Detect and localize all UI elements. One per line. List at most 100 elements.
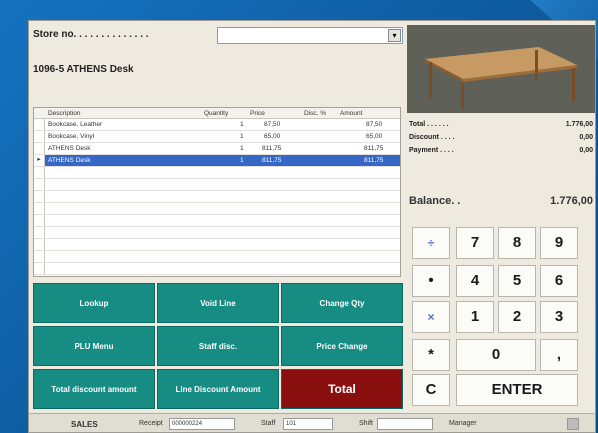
key-2[interactable]: 2 xyxy=(498,301,536,333)
key-1[interactable]: 1 xyxy=(456,301,494,333)
staff-label: Staff xyxy=(261,420,276,427)
key-0[interactable]: 0 xyxy=(456,339,536,371)
table-row-empty[interactable] xyxy=(34,251,400,263)
row-marker xyxy=(34,119,45,130)
discount-label: Discount . . . . xyxy=(409,134,455,141)
balance-label: Balance. . xyxy=(409,195,461,207)
cell-amount: 87,50 xyxy=(366,121,383,128)
payment-value: 0,00 xyxy=(579,147,593,154)
cell-price: 811,75 xyxy=(262,145,282,152)
table-row-empty[interactable] xyxy=(34,227,400,239)
divide-key[interactable]: ÷ xyxy=(412,227,450,259)
change-qty-button[interactable]: Change Qty xyxy=(281,283,403,323)
key-5[interactable]: 5 xyxy=(498,265,536,297)
col-price[interactable]: Price xyxy=(250,110,265,117)
table-row-empty[interactable] xyxy=(34,215,400,227)
product-image xyxy=(407,25,595,113)
sales-grid[interactable]: Description Quantity Price Disc. % Amoun… xyxy=(33,107,401,277)
grid-header: Description Quantity Price Disc. % Amoun… xyxy=(34,108,400,119)
mode-label: SALES xyxy=(71,420,98,429)
status-icon[interactable] xyxy=(567,418,579,430)
cell-description: Bookcase, Vinyl xyxy=(48,133,95,140)
payment-label: Payment . . . . xyxy=(409,147,454,154)
item-title: 1096-5 ATHENS Desk xyxy=(33,64,134,75)
key-9[interactable]: 9 xyxy=(540,227,578,259)
row-marker xyxy=(34,263,45,274)
row-marker xyxy=(34,203,45,214)
table-row-empty[interactable] xyxy=(34,179,400,191)
desk-image xyxy=(407,25,595,113)
plu-menu-button[interactable]: PLU Menu xyxy=(33,326,155,366)
discount-value: 0,00 xyxy=(579,134,593,141)
table-row[interactable]: Bookcase, Leather 1 87,50 87,50 xyxy=(34,119,400,131)
pos-window: Store no. . . . . . . . . . . . . . ▾ 10… xyxy=(28,20,596,433)
enter-key[interactable]: ENTER xyxy=(456,374,578,406)
key-8[interactable]: 8 xyxy=(498,227,536,259)
cell-quantity: 1 xyxy=(240,145,244,152)
col-amount[interactable]: Amount xyxy=(340,110,362,117)
key-7[interactable]: 7 xyxy=(456,227,494,259)
cell-price: 811,75 xyxy=(262,157,282,164)
staff-field: 101 xyxy=(283,418,333,430)
cell-quantity: 1 xyxy=(240,157,244,164)
total-value: 1.776,00 xyxy=(565,121,593,128)
balance-value: 1.776,00 xyxy=(550,195,593,207)
total-label: Total . . . . . . xyxy=(409,121,449,128)
key-4[interactable]: 4 xyxy=(456,265,494,297)
key-3[interactable]: 3 xyxy=(540,301,578,333)
col-description[interactable]: Description xyxy=(48,110,81,117)
row-marker: ▸ xyxy=(34,155,45,166)
table-row-empty[interactable] xyxy=(34,263,400,275)
total-line: Total . . . . . . 1.776,00 xyxy=(409,121,593,134)
table-row-empty[interactable] xyxy=(34,167,400,179)
star-key[interactable]: * xyxy=(412,339,450,371)
row-marker xyxy=(34,191,45,202)
total-button[interactable]: Total xyxy=(281,369,403,409)
shift-label: Shift xyxy=(359,420,374,427)
cell-amount: 65,00 xyxy=(366,133,383,140)
cell-description: ATHENS Desk xyxy=(48,157,91,164)
lookup-button[interactable]: Lookup xyxy=(33,283,155,323)
table-row-empty[interactable] xyxy=(34,239,400,251)
discount-line: Discount . . . . 0,00 xyxy=(409,134,593,147)
bullet-key[interactable]: • xyxy=(412,265,450,297)
store-label: Store no. . . . . . . . . . . . . . xyxy=(33,29,149,40)
key-6[interactable]: 6 xyxy=(540,265,578,297)
table-row-empty[interactable] xyxy=(34,203,400,215)
status-bar: SALES Receipt 000000224 Staff 101 Shift … xyxy=(29,413,595,432)
clear-key[interactable]: C xyxy=(412,374,450,406)
cell-quantity: 1 xyxy=(240,133,244,140)
staff-disc-button[interactable]: Staff disc. xyxy=(157,326,279,366)
cell-price: 87,50 xyxy=(264,121,281,128)
total-discount-button[interactable]: Total discount amount xyxy=(33,369,155,409)
cell-amount: 811,75 xyxy=(364,145,384,152)
col-disc[interactable]: Disc. % xyxy=(304,110,326,117)
receipt-field: 000000224 xyxy=(169,418,235,430)
void-line-button[interactable]: Void Line xyxy=(157,283,279,323)
line-discount-button[interactable]: Line Discount Amount xyxy=(157,369,279,409)
table-row[interactable]: Bookcase, Vinyl 1 65,00 65,00 xyxy=(34,131,400,143)
row-marker xyxy=(34,167,45,178)
row-marker xyxy=(34,143,45,154)
table-row-empty[interactable] xyxy=(34,191,400,203)
col-quantity[interactable]: Quantity xyxy=(204,110,228,117)
price-change-button[interactable]: Price Change xyxy=(281,326,403,366)
row-marker xyxy=(34,239,45,250)
row-marker xyxy=(34,215,45,226)
totals-summary: Total . . . . . . 1.776,00 Discount . . … xyxy=(409,121,593,160)
row-marker xyxy=(34,131,45,142)
multiply-key[interactable]: × xyxy=(412,301,450,333)
receipt-label: Receipt xyxy=(139,420,163,427)
role-label: Manager xyxy=(449,420,477,427)
cell-price: 65,00 xyxy=(264,133,281,140)
row-marker xyxy=(34,251,45,262)
table-row[interactable]: ATHENS Desk 1 811,75 811,75 xyxy=(34,143,400,155)
chevron-down-icon[interactable]: ▾ xyxy=(388,29,401,42)
row-marker xyxy=(34,227,45,238)
row-marker xyxy=(34,179,45,190)
payment-line: Payment . . . . 0,00 xyxy=(409,147,593,160)
table-row-selected[interactable]: ▸ ATHENS Desk 1 811,75 811,75 xyxy=(34,155,400,167)
cell-quantity: 1 xyxy=(240,121,244,128)
store-select[interactable]: ▾ xyxy=(217,27,403,44)
decimal-key[interactable]: , xyxy=(540,339,578,371)
